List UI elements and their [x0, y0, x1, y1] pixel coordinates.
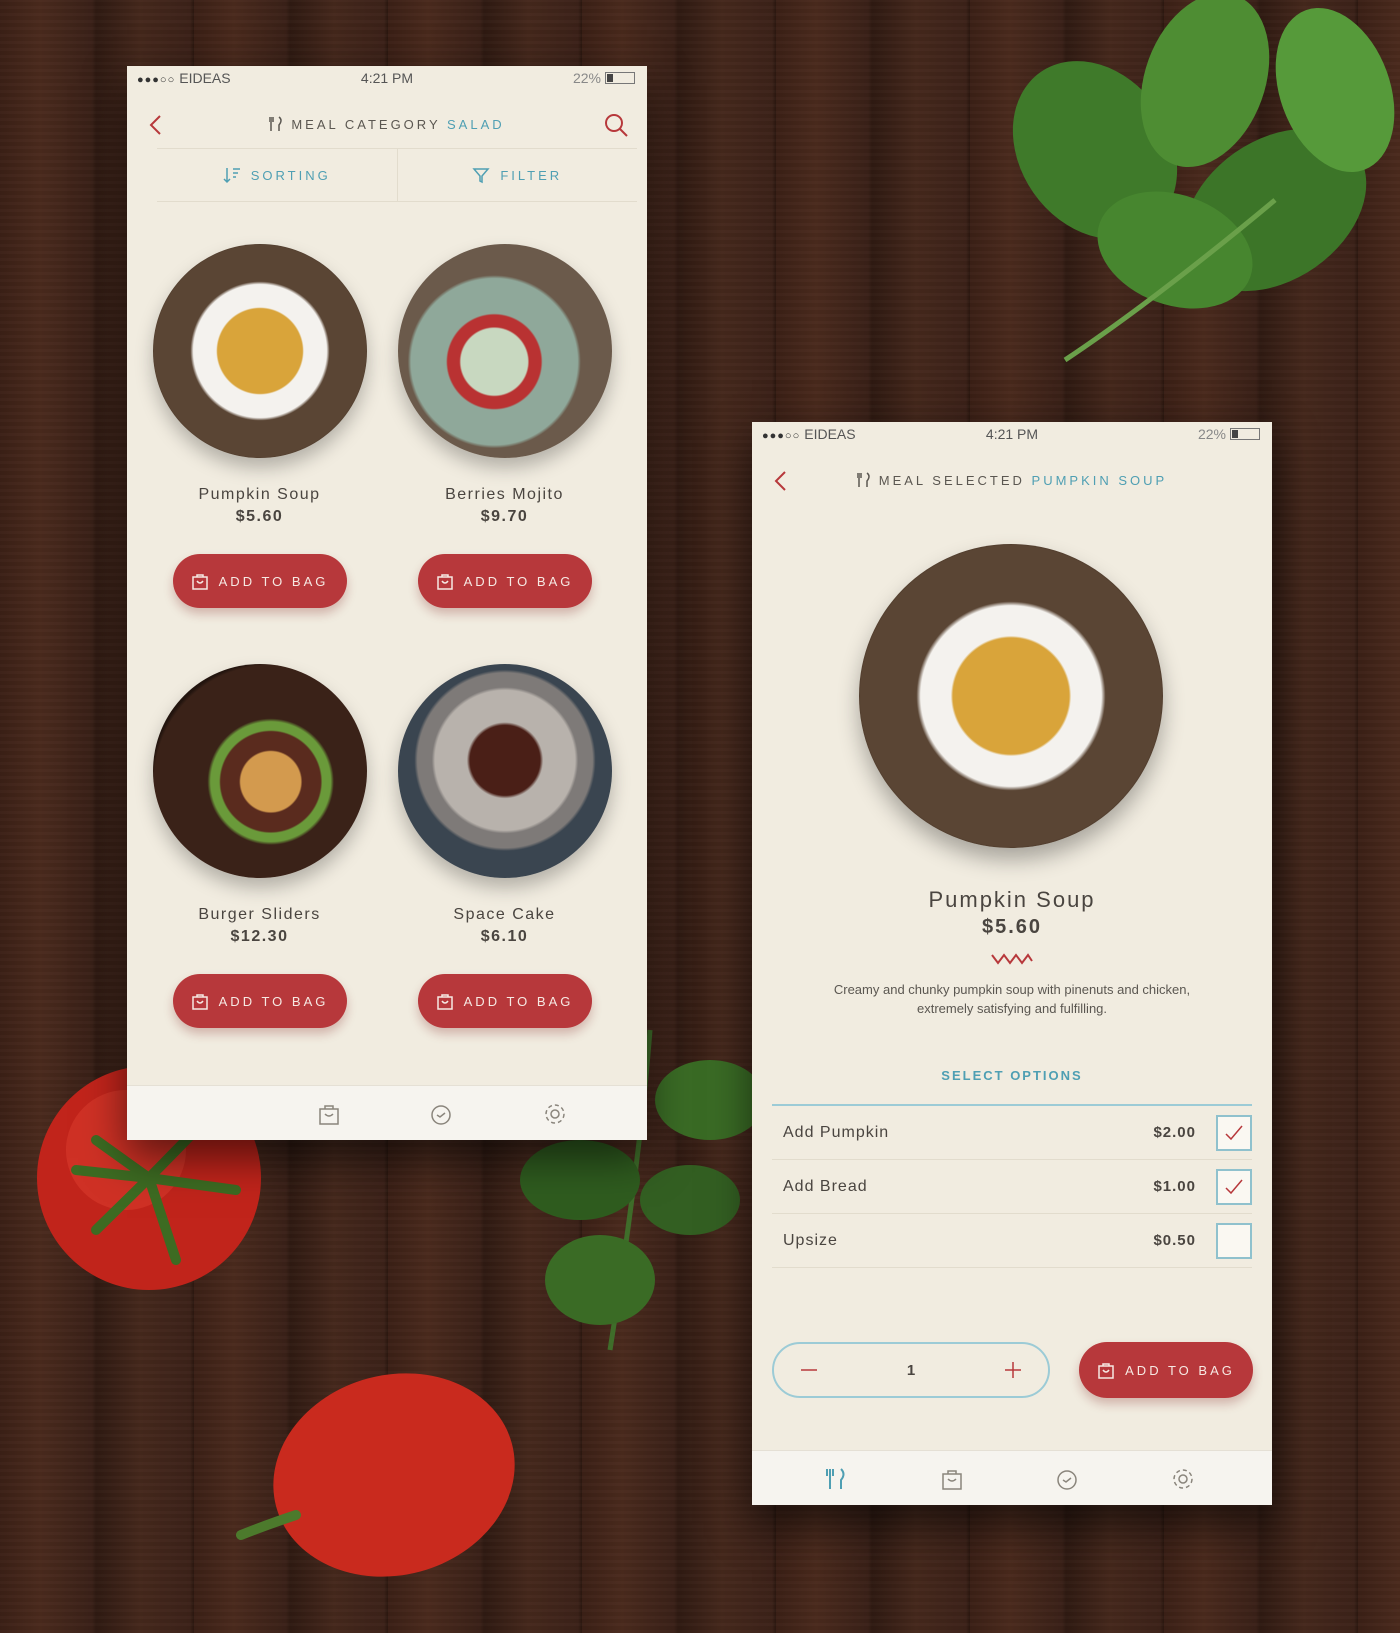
- tomato-decoration-2: [236, 1373, 515, 1577]
- fork-knife-icon: [856, 472, 870, 487]
- option-checkbox[interactable]: [1216, 1222, 1252, 1259]
- tab-clock-icon[interactable]: [429, 1102, 453, 1126]
- pumpkin-soup-photo[interactable]: [152, 244, 367, 458]
- add-to-bag-button[interactable]: ADD TO BAG: [417, 554, 592, 608]
- meal-name: Space Cake: [453, 906, 556, 923]
- option-checkbox[interactable]: [1216, 1114, 1252, 1151]
- option-label: Upsize: [783, 1231, 838, 1249]
- status-time: 4:21 PM: [360, 70, 414, 86]
- bag-icon: [1098, 1363, 1114, 1379]
- option-row[interactable]: Add Bread $1.00: [772, 1160, 1252, 1214]
- add-to-bag-button[interactable]: ADD TO BAG: [172, 974, 347, 1028]
- meal-description: Creamy and chunky pumpkin soup with pine…: [833, 982, 1191, 1016]
- status-bar: ●●●○○ EIDEAS 4:21 PM 22%: [127, 66, 647, 92]
- pumpkin-soup-photo: [859, 544, 1163, 848]
- bag-icon: [436, 994, 453, 1010]
- tab-gear-icon[interactable]: [1171, 1467, 1195, 1491]
- category-name: SALAD: [447, 117, 505, 132]
- plus-icon: [1005, 1362, 1021, 1378]
- option-price: $1.00: [1153, 1178, 1196, 1195]
- tab-fork-knife-icon[interactable]: [824, 1467, 848, 1491]
- decrease-button[interactable]: [774, 1344, 844, 1396]
- meal-card: Burger Sliders $12.30 ADD TO BAG: [137, 664, 382, 1028]
- add-to-bag-button[interactable]: ADD TO BAG: [417, 974, 592, 1028]
- option-row[interactable]: Upsize $0.50: [772, 1214, 1252, 1268]
- meal-name: Pumpkin Soup: [928, 887, 1096, 912]
- tab-gear-icon[interactable]: [543, 1102, 567, 1126]
- meal-price: $6.10: [480, 928, 529, 945]
- meal-list-screen: ●●●○○ EIDEAS 4:21 PM 22% MEAL CATEGORY SA…: [127, 66, 647, 1140]
- filter-icon: [472, 168, 490, 184]
- battery-icon: [605, 72, 635, 84]
- checkmark-icon: [1225, 1125, 1243, 1140]
- basil-leaves-decoration: [1012, 0, 1395, 363]
- battery-percent: 22%: [1197, 426, 1226, 442]
- search-icon[interactable]: [603, 112, 629, 138]
- quantity-value: 1: [906, 1361, 916, 1379]
- sorting-button[interactable]: SORTING: [157, 149, 398, 201]
- option-checkbox[interactable]: [1216, 1168, 1252, 1205]
- status-time: 4:21 PM: [985, 426, 1039, 442]
- tab-bag-icon[interactable]: [940, 1467, 964, 1491]
- option-row[interactable]: Add Pumpkin $2.00: [772, 1106, 1252, 1160]
- bag-icon: [191, 994, 208, 1010]
- checkmark-icon: [1225, 1179, 1243, 1194]
- meal-detail-screen: ●●●○○ EIDEAS 4:21 PM 22% MEAL SELECTED PU…: [752, 422, 1272, 1505]
- add-to-bag-button[interactable]: ADD TO BAG: [1079, 1342, 1253, 1398]
- tab-bag-icon[interactable]: [317, 1102, 341, 1126]
- meal-card: Space Cake $6.10 ADD TO BAG: [382, 664, 627, 1028]
- bag-icon: [191, 574, 208, 590]
- option-label: Add Pumpkin: [783, 1123, 890, 1141]
- tab-bar: [127, 1085, 647, 1140]
- page-title: MEAL SELECTED PUMPKIN SOUP: [752, 472, 1272, 488]
- minus-icon: [801, 1369, 817, 1371]
- meal-card: Berries Mojito $9.70 ADD TO BAG: [382, 244, 627, 608]
- zigzag-divider-icon: [991, 953, 1033, 965]
- space-cake-photo[interactable]: [397, 664, 612, 878]
- option-label: Add Bread: [783, 1177, 868, 1195]
- meal-name: Pumpkin Soup: [198, 486, 321, 503]
- option-price: $0.50: [1153, 1232, 1196, 1249]
- battery-icon: [1230, 428, 1260, 440]
- sort-icon: [223, 168, 240, 184]
- add-to-bag-button[interactable]: ADD TO BAG: [172, 554, 347, 608]
- meal-name: Berries Mojito: [445, 486, 564, 503]
- berries-mojito-photo[interactable]: [397, 244, 612, 458]
- meal-card: Pumpkin Soup $5.60 ADD TO BAG: [137, 244, 382, 608]
- meal-price: $12.30: [230, 928, 289, 945]
- meal-name: Burger Sliders: [198, 906, 321, 923]
- quantity-stepper: 1: [772, 1342, 1050, 1398]
- status-bar: ●●●○○ EIDEAS 4:21 PM 22%: [752, 422, 1272, 448]
- tab-clock-icon[interactable]: [1055, 1467, 1079, 1491]
- sort-filter-bar: SORTING FILTER: [157, 148, 637, 202]
- selected-meal-name: PUMPKIN SOUP: [1031, 473, 1168, 488]
- increase-button[interactable]: [978, 1344, 1048, 1396]
- nav-bar: MEAL CATEGORY SALAD: [127, 100, 647, 150]
- options-list: Add Pumpkin $2.00 Add Bread $1.00 Upsize…: [772, 1104, 1252, 1268]
- burger-photo[interactable]: [152, 664, 367, 878]
- bag-icon: [436, 574, 453, 590]
- tab-bar: [752, 1450, 1272, 1505]
- meal-price: $9.70: [480, 508, 529, 525]
- meal-price: $5.60: [235, 508, 284, 525]
- page-title: MEAL CATEGORY SALAD: [127, 116, 647, 132]
- meal-price: $5.60: [981, 916, 1043, 938]
- fork-knife-icon: [269, 116, 283, 131]
- filter-button[interactable]: FILTER: [398, 149, 638, 201]
- select-options-heading: SELECT OPTIONS: [941, 1068, 1083, 1083]
- battery-percent: 22%: [572, 70, 601, 86]
- nav-bar: MEAL SELECTED PUMPKIN SOUP: [752, 456, 1272, 506]
- option-price: $2.00: [1153, 1124, 1196, 1141]
